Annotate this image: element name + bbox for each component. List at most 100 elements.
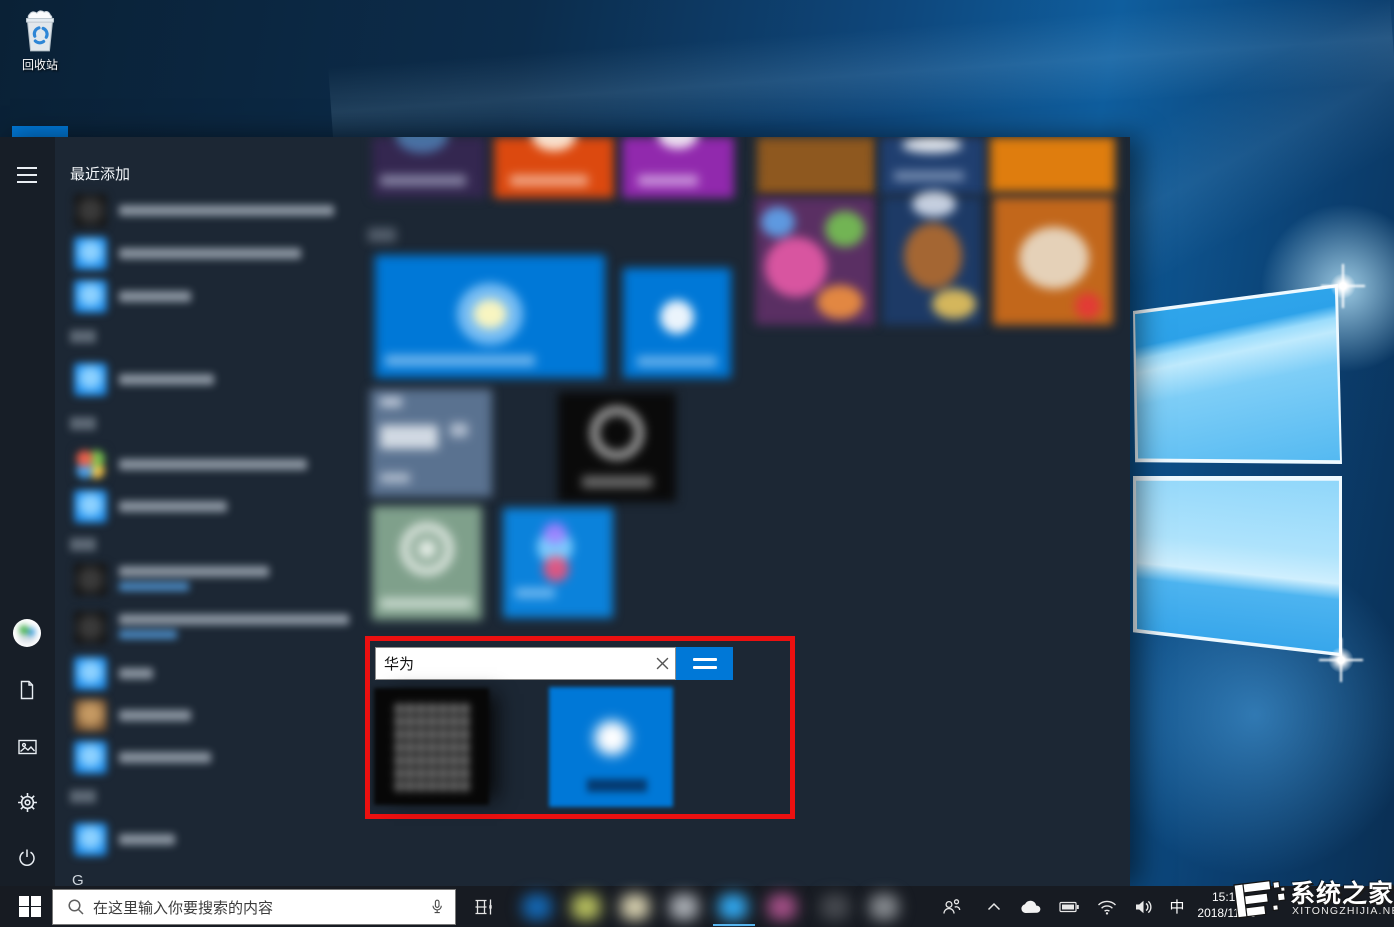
tile-bar <box>380 598 472 609</box>
taskbar-app-icon[interactable] <box>666 893 702 921</box>
start-tile[interactable] <box>882 197 982 325</box>
tile-blob <box>817 285 863 319</box>
filter-lines-icon <box>693 658 717 661</box>
watermark-logo-icon <box>1232 874 1290 926</box>
section-letter-blur[interactable] <box>70 417 96 430</box>
tile-blob <box>532 137 576 151</box>
recently-added-header: 最近添加 <box>70 163 130 184</box>
wallpaper-window-pane-bottom <box>1133 476 1342 662</box>
section-letter-g[interactable]: G <box>72 872 84 886</box>
app-icon <box>74 448 107 481</box>
recycle-bin-shortcut[interactable]: 回收站 <box>8 8 72 73</box>
taskbar-app-icon[interactable] <box>568 893 604 921</box>
app-list-item[interactable] <box>74 741 211 775</box>
app-icon <box>74 611 107 644</box>
network-button[interactable] <box>1092 886 1122 927</box>
app-list-item[interactable] <box>74 611 349 645</box>
taskbar-app-icon[interactable] <box>617 893 653 921</box>
app-list-item[interactable] <box>74 280 191 314</box>
search-query-input[interactable] <box>376 655 649 672</box>
section-letter-blur[interactable] <box>70 538 96 551</box>
app-icon <box>74 363 107 396</box>
app-name-blur <box>119 834 175 845</box>
recycle-bin-icon <box>8 8 72 54</box>
volume-button[interactable] <box>1129 886 1159 927</box>
light-star <box>1320 263 1366 309</box>
app-subtext-blur <box>119 582 189 591</box>
cropped-tile <box>12 126 68 137</box>
tile-blob <box>396 137 448 153</box>
app-list-item[interactable] <box>74 823 175 857</box>
mic-button[interactable] <box>429 898 445 916</box>
taskbar-search-box[interactable]: 在这里输入你要搜索的内容 <box>52 889 456 925</box>
taskbar-app-icon[interactable] <box>519 893 555 921</box>
app-list-item[interactable] <box>74 699 191 733</box>
start-tile[interactable] <box>368 228 396 242</box>
taskbar-app-icon[interactable] <box>866 893 902 921</box>
taskbar-app-icon[interactable] <box>764 893 800 921</box>
search-icon <box>69 900 80 911</box>
task-view-button[interactable] <box>467 886 501 927</box>
app-list-item[interactable] <box>74 448 307 482</box>
start-tile[interactable] <box>372 137 486 198</box>
start-tile[interactable] <box>622 137 734 198</box>
pictures-icon <box>19 741 36 754</box>
app-list-item[interactable] <box>74 363 214 397</box>
windows-logo-icon <box>19 896 41 918</box>
pictures-button[interactable] <box>14 734 40 760</box>
start-tile[interactable] <box>880 137 985 195</box>
documents-button[interactable] <box>14 677 40 703</box>
start-tile[interactable] <box>494 137 614 198</box>
clear-search-button[interactable] <box>649 651 675 677</box>
search-result-tile-dark[interactable] <box>374 688 489 805</box>
start-tile[interactable] <box>370 389 492 497</box>
app-list-item[interactable] <box>74 657 153 691</box>
start-tile[interactable] <box>623 268 731 378</box>
taskbar-app-icon[interactable] <box>715 893 751 921</box>
light-star <box>1318 637 1364 683</box>
start-tile[interactable] <box>990 137 1115 192</box>
app-list-item[interactable] <box>74 237 301 271</box>
tile-blob <box>660 300 694 334</box>
start-tile[interactable] <box>558 392 676 502</box>
user-account-button[interactable] <box>13 619 41 647</box>
start-tile[interactable] <box>755 197 875 325</box>
app-list-item[interactable] <box>74 194 334 228</box>
app-list-item[interactable] <box>74 563 269 597</box>
app-name-blur <box>119 752 211 763</box>
desktop-screen: 回收站 <box>0 0 1394 927</box>
app-name-blur <box>119 248 301 259</box>
app-name-blur <box>119 459 307 470</box>
tile-bar <box>380 397 402 407</box>
onedrive-button[interactable] <box>1016 886 1046 927</box>
tray-overflow-button[interactable] <box>979 886 1009 927</box>
section-letter-blur[interactable] <box>70 790 96 803</box>
tile-blob <box>473 299 507 329</box>
start-button[interactable] <box>10 886 50 927</box>
section-letter-blur[interactable] <box>70 330 96 343</box>
start-tile[interactable] <box>757 137 875 195</box>
app-list-item[interactable] <box>74 490 227 524</box>
cloud-icon <box>1021 900 1040 912</box>
people-button[interactable] <box>936 886 966 927</box>
ime-indicator[interactable]: 中 <box>1162 886 1192 927</box>
close-icon <box>657 658 668 669</box>
search-filter-button[interactable] <box>676 647 733 680</box>
app-icon <box>74 237 107 270</box>
start-tile[interactable] <box>503 508 613 618</box>
tile-blob <box>658 137 698 149</box>
start-tile[interactable] <box>372 506 482 620</box>
taskbar-app-icon[interactable] <box>817 893 853 921</box>
settings-button[interactable] <box>14 789 40 815</box>
tile-bar <box>450 423 468 437</box>
app-name-blur <box>119 668 153 679</box>
search-result-tile-blue[interactable] <box>549 687 673 807</box>
start-search-box[interactable] <box>375 647 676 680</box>
start-tile[interactable] <box>375 255 605 378</box>
start-menu-rail <box>0 137 55 886</box>
power-button[interactable] <box>14 845 40 871</box>
battery-button[interactable] <box>1054 886 1084 927</box>
start-tile[interactable] <box>993 197 1113 325</box>
menu-expand-button[interactable] <box>14 162 40 188</box>
recycle-bin-label: 回收站 <box>8 56 72 73</box>
